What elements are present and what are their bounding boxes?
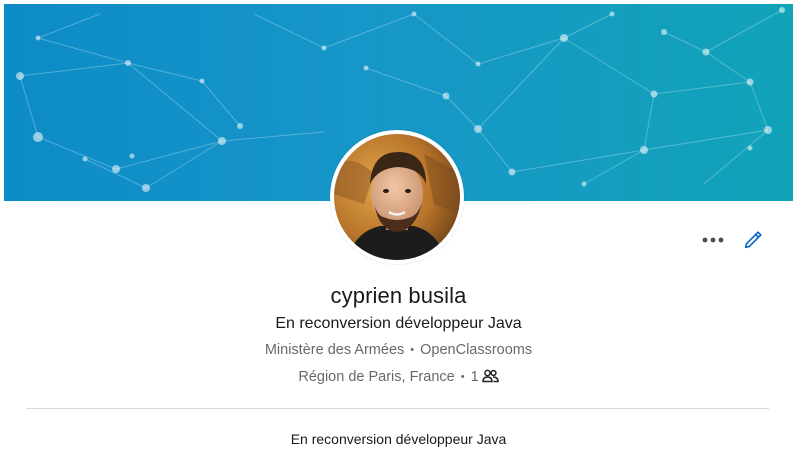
bullet-separator: • bbox=[410, 344, 415, 356]
profile-name: cyprien busila bbox=[330, 283, 467, 308]
profile-headline: En reconversion développeur Java bbox=[275, 315, 522, 332]
edit-profile-button[interactable] bbox=[741, 228, 765, 252]
section-divider bbox=[26, 408, 769, 409]
profile-photo[interactable] bbox=[334, 134, 460, 260]
profile-card: cyprien busila En reconversion développe… bbox=[0, 0, 797, 472]
connections-people-icon bbox=[481, 369, 499, 383]
more-horizontal-icon bbox=[702, 237, 724, 243]
connections-link[interactable]: 1 bbox=[471, 369, 499, 385]
pencil-icon bbox=[744, 231, 762, 249]
profile-location: Région de Paris, France bbox=[298, 369, 455, 385]
connections-count: 1 bbox=[470, 369, 479, 385]
profile-summary: En reconversion développeur Java bbox=[290, 431, 507, 447]
profile-companies: Ministère des Armées • OpenClassrooms bbox=[0, 342, 797, 358]
bullet-separator: • bbox=[460, 371, 465, 383]
more-actions-button[interactable] bbox=[700, 229, 726, 251]
company-link-ministere[interactable]: Ministère des Armées bbox=[265, 342, 404, 358]
profile-photo-frame[interactable] bbox=[330, 130, 464, 264]
profile-location-row: Région de Paris, France • 1 bbox=[0, 369, 797, 385]
company-link-openclassrooms[interactable]: OpenClassrooms bbox=[420, 342, 532, 358]
